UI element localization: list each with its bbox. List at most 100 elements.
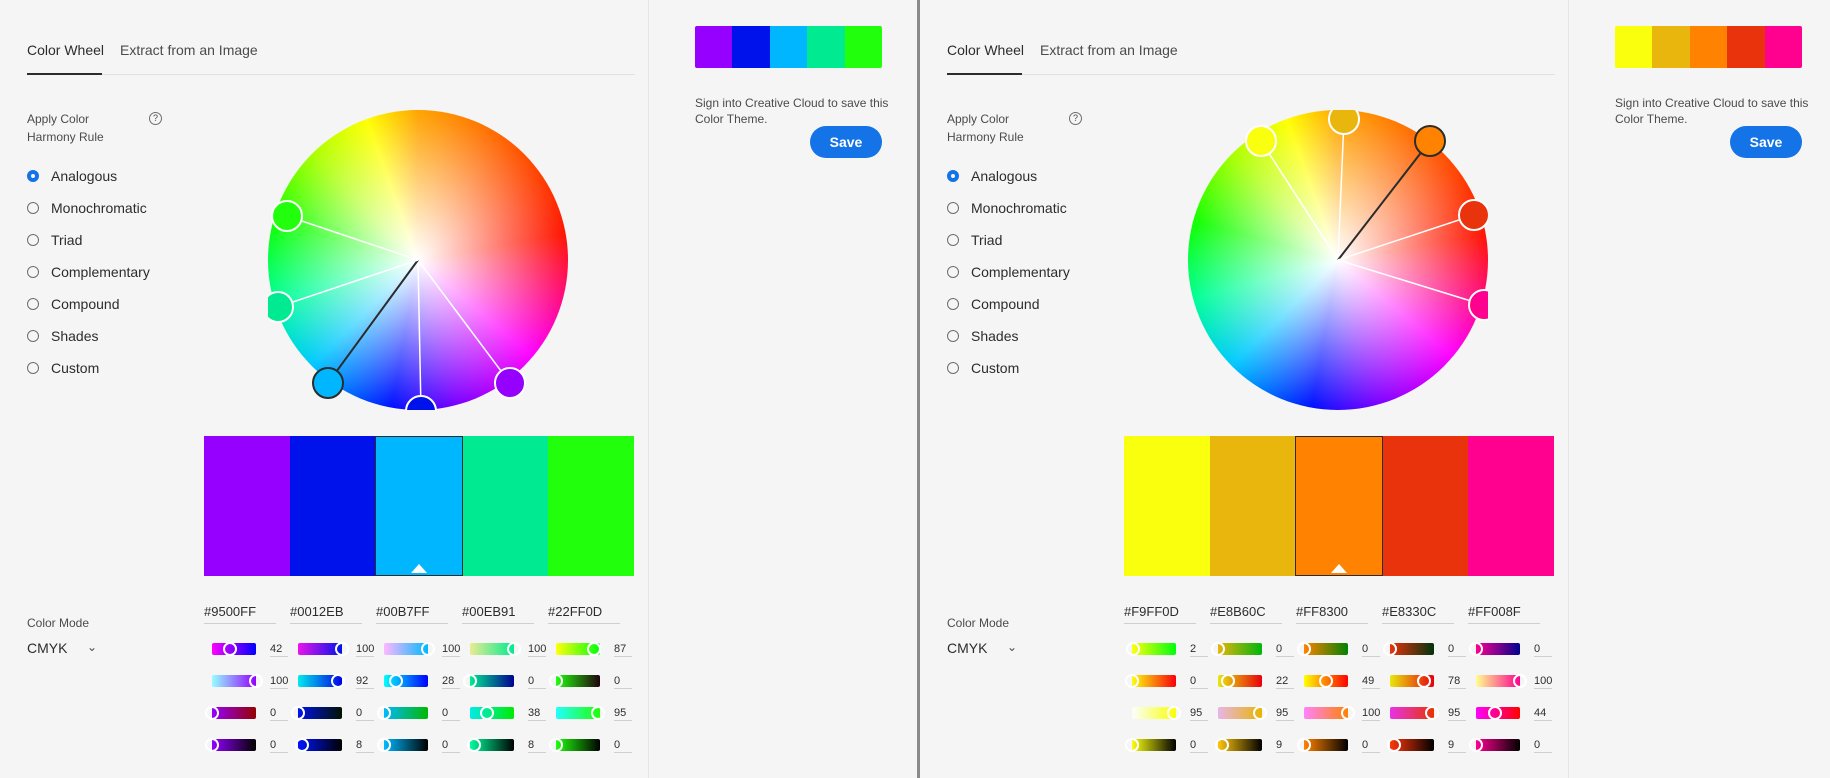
- cmyk-value[interactable]: 0: [1276, 643, 1294, 657]
- chevron-down-icon[interactable]: ⌄: [87, 640, 97, 654]
- slider-handle[interactable]: [587, 642, 602, 656]
- color-swatch[interactable]: [375, 436, 463, 576]
- slider-handle[interactable]: [1488, 706, 1503, 720]
- cmyk-value[interactable]: 22: [1276, 675, 1294, 689]
- slider-track[interactable]: [1304, 706, 1355, 720]
- harmony-rule-monochromatic[interactable]: Monochromatic: [27, 192, 150, 224]
- slider-track[interactable]: [1297, 738, 1348, 752]
- color-swatch[interactable]: [1124, 436, 1210, 576]
- radio-button[interactable]: [27, 202, 39, 214]
- save-button[interactable]: Save: [810, 126, 882, 158]
- slider-track[interactable]: [1304, 674, 1348, 688]
- radio-button[interactable]: [947, 170, 959, 182]
- slider-track[interactable]: [470, 642, 521, 656]
- cmyk-value[interactable]: 0: [442, 739, 460, 753]
- help-circle-icon[interactable]: ?: [149, 112, 162, 125]
- color-wheel[interactable]: [1188, 110, 1488, 410]
- cmyk-value[interactable]: 0: [1534, 643, 1552, 657]
- slider-track[interactable]: [1476, 706, 1520, 720]
- color-swatch[interactable]: [1382, 436, 1469, 576]
- slider-handle[interactable]: [1211, 642, 1225, 656]
- slider-handle[interactable]: [463, 674, 477, 688]
- color-handle[interactable]: [268, 291, 294, 323]
- color-handle[interactable]: [312, 367, 344, 399]
- slider-handle[interactable]: [1469, 738, 1483, 752]
- cmyk-value[interactable]: 2: [1190, 643, 1208, 657]
- harmony-rule-compound[interactable]: Compound: [947, 288, 1070, 320]
- tab-color-wheel[interactable]: Color Wheel: [27, 42, 104, 58]
- radio-button[interactable]: [947, 298, 959, 310]
- slider-handle[interactable]: [507, 642, 521, 656]
- radio-button[interactable]: [27, 330, 39, 342]
- slider-track[interactable]: [1132, 706, 1181, 720]
- slider-track[interactable]: [298, 674, 346, 688]
- hex-input[interactable]: [1210, 602, 1282, 624]
- slider-track[interactable]: [556, 642, 602, 656]
- slider-track[interactable]: [377, 706, 428, 720]
- harmony-rule-custom[interactable]: Custom: [947, 352, 1070, 384]
- help-circle-icon[interactable]: ?: [1069, 112, 1082, 125]
- slider-track[interactable]: [1469, 642, 1520, 656]
- slider-handle[interactable]: [389, 674, 404, 688]
- slider-handle[interactable]: [291, 706, 305, 720]
- color-handle[interactable]: [1328, 110, 1360, 135]
- slider-handle[interactable]: [1252, 706, 1267, 720]
- cmyk-value[interactable]: 0: [1362, 739, 1380, 753]
- cmyk-value[interactable]: 8: [356, 739, 374, 753]
- color-swatch[interactable]: [1295, 436, 1383, 576]
- cmyk-value[interactable]: 8: [528, 739, 546, 753]
- slider-handle[interactable]: [1424, 706, 1439, 720]
- slider-track[interactable]: [1383, 642, 1434, 656]
- radio-button[interactable]: [27, 170, 39, 182]
- color-swatch[interactable]: [462, 436, 549, 576]
- radio-button[interactable]: [947, 234, 959, 246]
- cmyk-value[interactable]: 0: [1190, 675, 1208, 689]
- color-swatch[interactable]: [1468, 436, 1554, 576]
- tab-extract-from-image[interactable]: Extract from an Image: [1040, 42, 1178, 58]
- slider-track[interactable]: [377, 738, 428, 752]
- cmyk-value[interactable]: 0: [270, 707, 288, 721]
- harmony-rule-complementary[interactable]: Complementary: [27, 256, 150, 288]
- slider-track[interactable]: [1469, 738, 1520, 752]
- cmyk-value[interactable]: 42: [270, 643, 288, 657]
- cmyk-value[interactable]: 0: [1190, 739, 1208, 753]
- color-swatch[interactable]: [204, 436, 290, 576]
- slider-handle[interactable]: [1297, 738, 1311, 752]
- cmyk-value[interactable]: 0: [1362, 643, 1380, 657]
- hex-input[interactable]: [1296, 602, 1368, 624]
- slider-track[interactable]: [463, 674, 514, 688]
- cmyk-value[interactable]: 87: [614, 643, 632, 657]
- cmyk-value[interactable]: 92: [356, 675, 374, 689]
- harmony-rule-triad[interactable]: Triad: [27, 224, 150, 256]
- hex-input[interactable]: [1124, 602, 1196, 624]
- chevron-down-icon[interactable]: ⌄: [1007, 640, 1017, 654]
- color-handle[interactable]: [494, 367, 526, 399]
- slider-handle[interactable]: [1341, 706, 1355, 720]
- hex-input[interactable]: [1468, 602, 1540, 624]
- slider-track[interactable]: [205, 706, 256, 720]
- color-handle[interactable]: [1245, 125, 1277, 157]
- slider-track[interactable]: [384, 674, 428, 688]
- slider-handle[interactable]: [1417, 674, 1432, 688]
- tab-color-wheel[interactable]: Color Wheel: [947, 42, 1024, 58]
- slider-track[interactable]: [549, 738, 600, 752]
- hex-input[interactable]: [548, 602, 620, 624]
- cmyk-value[interactable]: 95: [1276, 707, 1294, 721]
- hex-input[interactable]: [290, 602, 362, 624]
- slider-handle[interactable]: [1297, 642, 1311, 656]
- slider-handle[interactable]: [223, 642, 238, 656]
- cmyk-value[interactable]: 0: [1448, 643, 1466, 657]
- cmyk-value[interactable]: 100: [1362, 707, 1380, 721]
- slider-track[interactable]: [1390, 706, 1439, 720]
- cmyk-value[interactable]: 100: [528, 643, 546, 657]
- slider-track[interactable]: [466, 738, 514, 752]
- cmyk-value[interactable]: 100: [1534, 675, 1552, 689]
- harmony-rule-custom[interactable]: Custom: [27, 352, 150, 384]
- cmyk-value[interactable]: 95: [614, 707, 632, 721]
- slider-track[interactable]: [212, 674, 263, 688]
- cmyk-value[interactable]: 0: [614, 675, 632, 689]
- radio-button[interactable]: [947, 266, 959, 278]
- slider-track[interactable]: [1125, 642, 1176, 656]
- color-handle[interactable]: [271, 200, 303, 232]
- slider-handle[interactable]: [205, 706, 219, 720]
